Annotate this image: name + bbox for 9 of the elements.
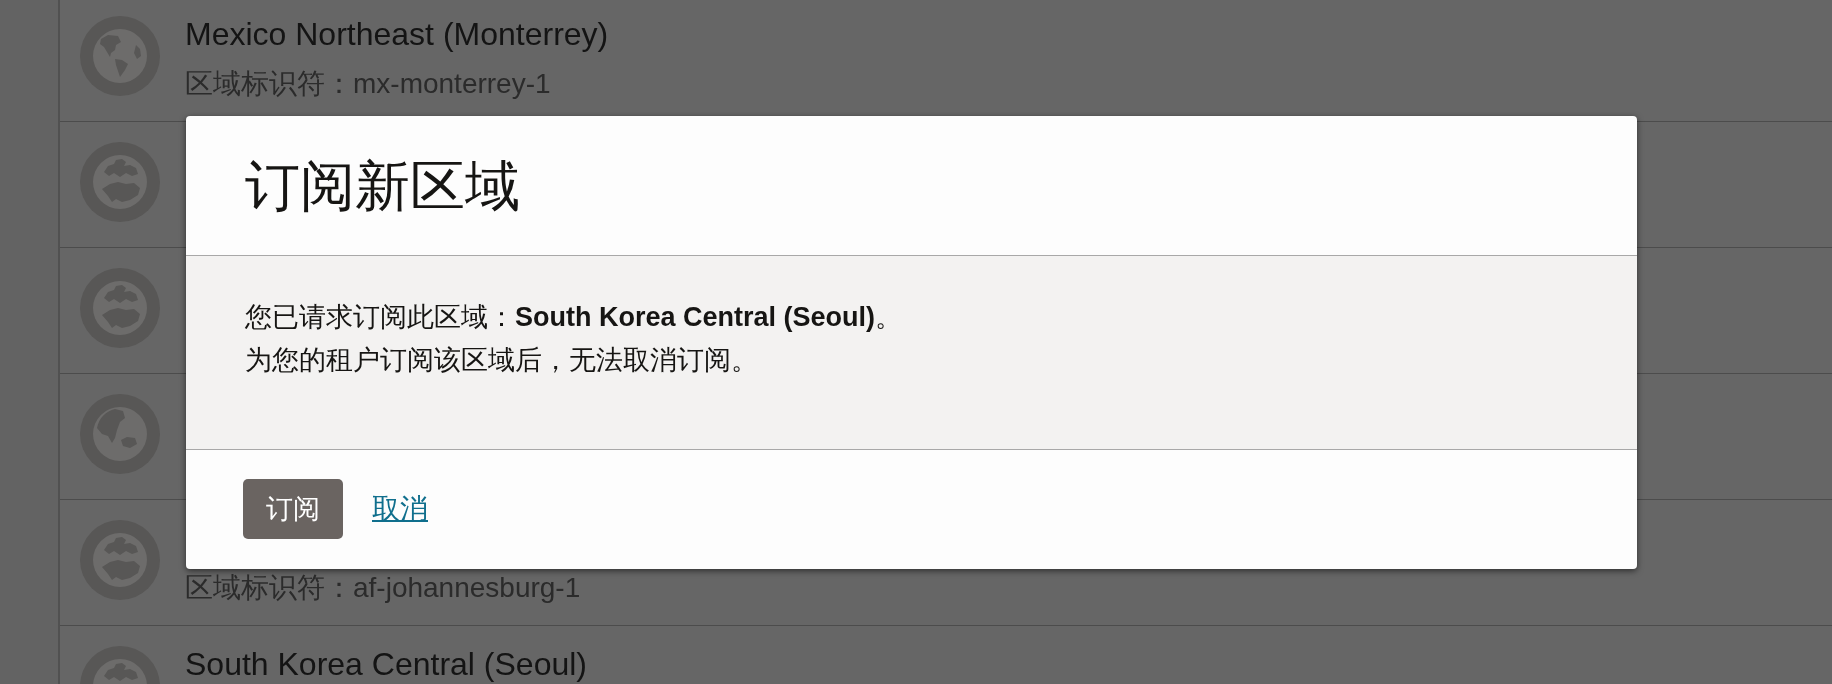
- message-text: 您已请求订阅此区域：South Korea Central (Seoul)。: [245, 301, 904, 334]
- region-identifier: 区域标识符：mx-monterrey-1: [185, 67, 552, 101]
- message-text: 为您的租户订阅该区域后，无法取消订阅。: [245, 344, 759, 377]
- region-identifier: 区域标识符：af-johannesburg-1: [185, 571, 581, 605]
- region-name: South Korea Central (Seoul): [185, 646, 587, 682]
- cancel-link[interactable]: 取消: [372, 491, 428, 527]
- region-name: Mexico Northeast (Monterrey): [185, 16, 609, 52]
- subscribe-button[interactable]: 订阅: [243, 479, 343, 539]
- dialog-title: 订阅新区域: [245, 153, 520, 219]
